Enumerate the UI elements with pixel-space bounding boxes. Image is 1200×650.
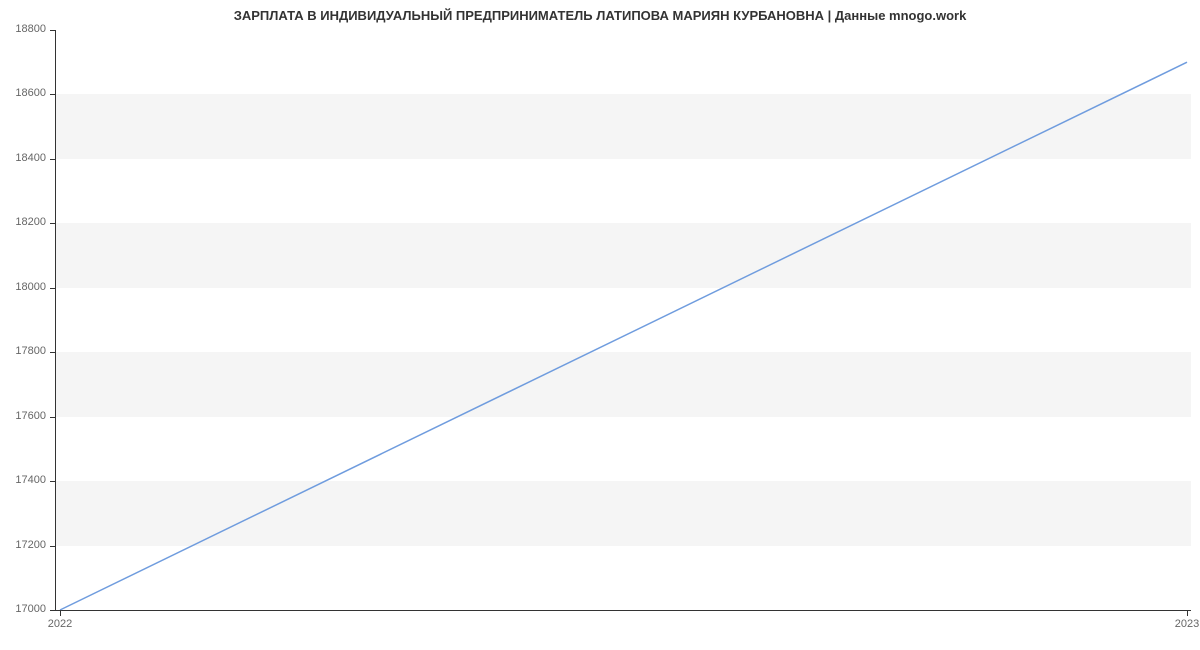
y-tick-mark: [50, 288, 56, 289]
y-tick-mark: [50, 546, 56, 547]
y-tick-label: 17800: [15, 345, 46, 357]
y-tick-mark: [50, 481, 56, 482]
y-tick-label: 18000: [15, 281, 46, 293]
chart-line-layer: [56, 30, 1191, 610]
y-tick-mark: [50, 417, 56, 418]
y-tick-mark: [50, 30, 56, 31]
y-tick-label: 17000: [15, 603, 46, 615]
y-tick-label: 18200: [15, 216, 46, 228]
y-tick-label: 18600: [15, 87, 46, 99]
x-tick-label: 2022: [40, 618, 80, 630]
y-tick-label: 17200: [15, 539, 46, 551]
y-tick-mark: [50, 610, 56, 611]
y-tick-label: 18800: [15, 23, 46, 35]
y-tick-mark: [50, 94, 56, 95]
y-tick-label: 17600: [15, 410, 46, 422]
y-tick-label: 18400: [15, 152, 46, 164]
salary-chart: ЗАРПЛАТА В ИНДИВИДУАЛЬНЫЙ ПРЕДПРИНИМАТЕЛ…: [0, 0, 1200, 650]
y-tick-label: 17400: [15, 474, 46, 486]
x-tick-label: 2023: [1167, 618, 1200, 630]
plot-area: 1700017200174001760017800180001820018400…: [55, 30, 1191, 611]
y-tick-mark: [50, 159, 56, 160]
chart-title: ЗАРПЛАТА В ИНДИВИДУАЛЬНЫЙ ПРЕДПРИНИМАТЕЛ…: [0, 8, 1200, 23]
y-tick-mark: [50, 223, 56, 224]
x-tick-mark: [60, 610, 61, 616]
x-tick-mark: [1187, 610, 1188, 616]
series-line: [60, 62, 1187, 610]
y-tick-mark: [50, 352, 56, 353]
